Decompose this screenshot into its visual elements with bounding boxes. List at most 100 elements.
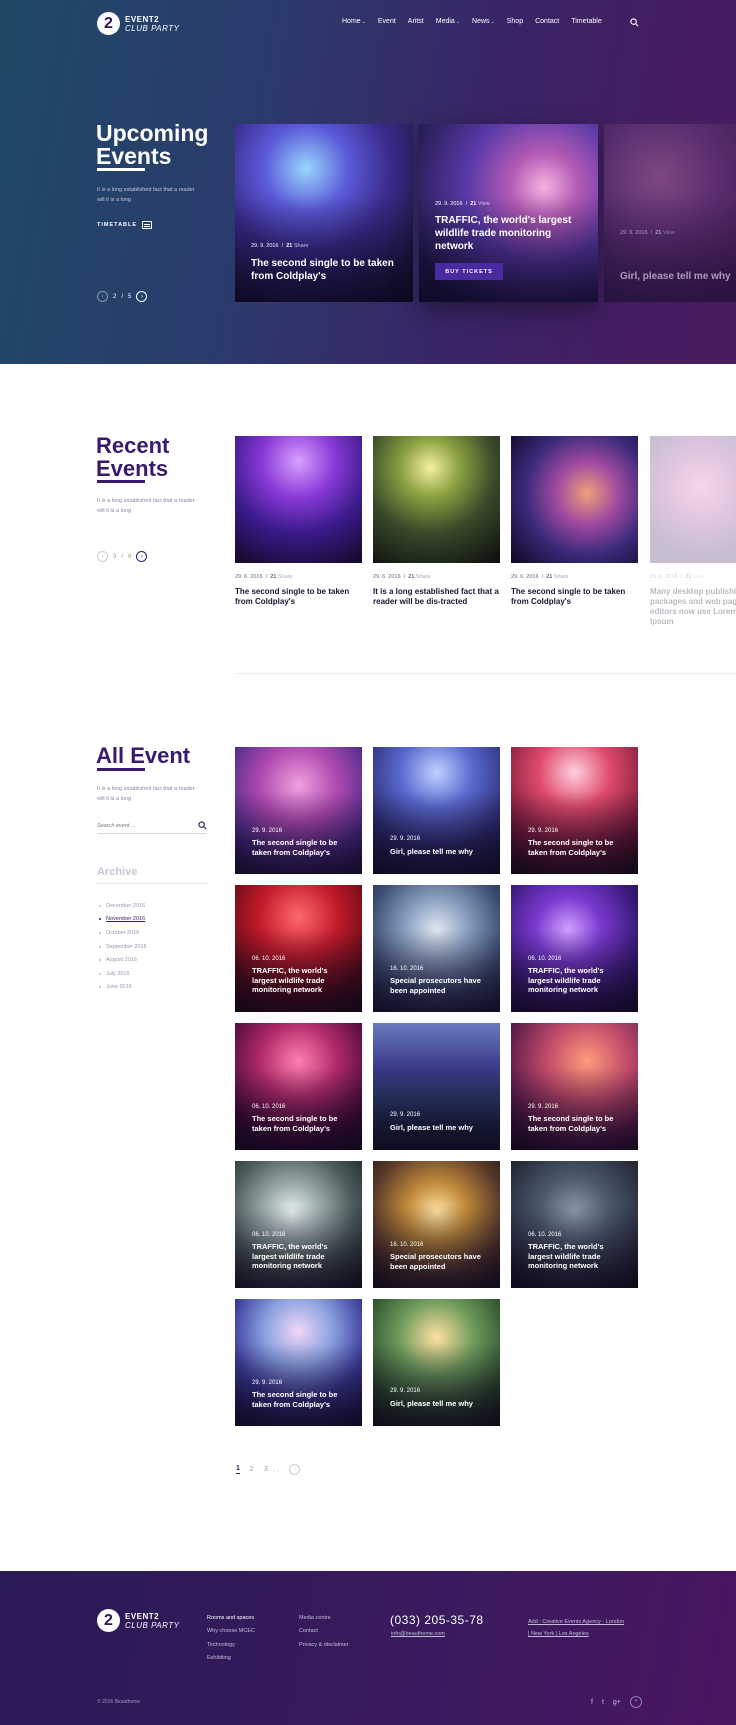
card-title: The second single to be taken from Coldp… (511, 587, 626, 606)
buy-tickets-button[interactable]: BUY TICKETS (435, 263, 503, 280)
nav-item-contact[interactable]: Contact (535, 18, 559, 25)
chevron-down-icon: ⌄ (490, 19, 495, 25)
search-event-field[interactable] (97, 818, 207, 834)
card-title: It is a long established fact that a rea… (373, 587, 499, 606)
nav-item-event[interactable]: Event (378, 18, 396, 25)
logo[interactable]: 2 EVENT2 CLUB PARTY (97, 12, 180, 35)
card-title: The second single to be taken from Coldp… (252, 838, 338, 857)
card-date: 29. 9. 2016 (390, 1388, 421, 1394)
card-title: Girl, please tell me why (390, 1399, 473, 1408)
upcoming-title: Upcoming Events (96, 120, 209, 169)
event-card[interactable]: 16. 10. 2016 Special prosecutors have be… (373, 1161, 500, 1288)
next-arrow-icon[interactable]: › (136, 551, 148, 562)
nav-item-news[interactable]: News⌄ (472, 18, 495, 25)
card-date: 16. 10. 2016 (390, 1242, 424, 1248)
event-card[interactable]: 29. 9. 2016 The second single to be take… (511, 747, 638, 874)
archive-item[interactable]: July 2016 (99, 967, 147, 981)
event-card[interactable]: 16. 10. 2016 Special prosecutors have be… (373, 885, 500, 1012)
event-card[interactable]: 29. 9. 2016 The second single to be take… (235, 747, 362, 874)
archive-item[interactable]: December 2016 (99, 899, 147, 913)
page-1[interactable]: 1 (236, 1465, 240, 1474)
archive-item[interactable]: September 2016 (99, 940, 147, 954)
event-image (650, 436, 736, 563)
footer-link[interactable]: Contact (299, 1628, 349, 1641)
pager-current: 2 (113, 293, 117, 300)
nav-item-timetable[interactable]: Timetable (571, 18, 601, 25)
footer-email[interactable]: info@beautheme.com (391, 1631, 445, 1637)
search-icon[interactable] (198, 821, 207, 830)
event-card[interactable]: 06. 10. 2016 The second single to be tak… (235, 1023, 362, 1150)
footer-logo[interactable]: 2 EVENT2 CLUB PARTY (97, 1609, 180, 1632)
recent-description: It is a long established fact that a rea… (97, 498, 195, 514)
event-card[interactable]: 29. 9. 2016 The second single to be take… (235, 1299, 362, 1426)
recent-title: Recent Events (96, 433, 170, 481)
pagination: 1 2 3 . . . › (236, 1464, 301, 1475)
pager-total: 8 (128, 553, 132, 560)
event-image (373, 436, 500, 563)
prev-arrow-icon[interactable]: ‹ (97, 551, 108, 562)
recent-card[interactable]: 29. 6. 2016 / 21 Share It is a long esta… (373, 436, 500, 607)
card-meta: 29. 6. 2016 / 21 View (650, 574, 705, 580)
search-input[interactable] (97, 822, 177, 829)
up-arrow-icon[interactable]: ⌃ (629, 1696, 642, 1708)
timetable-link[interactable]: TIMETABLE (97, 221, 153, 229)
archive-item[interactable]: October 2016 (99, 926, 147, 940)
footer-link[interactable]: Why choose MCEC (207, 1628, 255, 1641)
event-image (235, 436, 362, 563)
section-divider (235, 673, 736, 674)
recent-card[interactable]: 29. 6. 2016 / 21 Share The second single… (235, 436, 362, 607)
prev-arrow-icon[interactable]: ‹ (97, 291, 108, 302)
event-card[interactable]: 29. 9. 2016 Girl, please tell me why (373, 747, 500, 874)
footer-link[interactable]: Exhibiting (207, 1655, 255, 1668)
upcoming-description: It is a long established fact that a rea… (97, 187, 195, 203)
nav-item-shop[interactable]: Shop (507, 18, 523, 25)
search-icon[interactable] (630, 18, 639, 27)
card-date: 16. 10. 2016 (390, 966, 424, 972)
recent-card[interactable]: 29. 6. 2016 / 21 View Many desktop publi… (650, 436, 736, 627)
page-3[interactable]: 3 . . . (264, 1466, 280, 1473)
upcoming-card-featured[interactable]: 29. 9. 2016 / 21 View TRAFFIC, the world… (419, 124, 598, 302)
nav-item-media[interactable]: Media⌄ (436, 18, 460, 25)
card-title: The second single to be taken from Coldp… (252, 1390, 338, 1409)
footer-link[interactable]: Privacy & disclaimer (299, 1642, 349, 1655)
logo-line2: CLUB PARTY (125, 1620, 180, 1630)
nav-item-home[interactable]: Home⌄ (342, 18, 366, 25)
nav-item-artist[interactable]: Aritst (408, 18, 424, 25)
next-arrow-icon[interactable]: › (136, 291, 148, 302)
next-arrow-icon[interactable]: › (289, 1464, 301, 1475)
card-date: 29. 9. 2016 (390, 1112, 421, 1118)
chevron-down-icon: ⌄ (455, 19, 461, 25)
card-title: TRAFFIC, the world's largest wildlife tr… (435, 215, 572, 252)
footer-link[interactable]: Rooms and spaces (207, 1615, 255, 1628)
archive-item[interactable]: August 2016 (99, 953, 147, 967)
main-nav: Home⌄ Event Aritst Media⌄ News⌄ Shop Con… (342, 18, 614, 25)
google-plus-icon[interactable]: g+ (613, 1699, 621, 1706)
footer-link[interactable]: Media centre (299, 1615, 349, 1628)
event-card[interactable]: 29. 9. 2016 Girl, please tell me why (373, 1023, 500, 1150)
logo-line2: CLUB PARTY (125, 23, 180, 33)
page-2[interactable]: 2 (250, 1466, 254, 1473)
footer-link[interactable]: Technology (207, 1642, 255, 1655)
title-underline (97, 168, 145, 171)
chevron-down-icon: ⌄ (361, 19, 366, 25)
calendar-icon (142, 221, 153, 229)
upcoming-card[interactable]: 29. 9. 2016 / 21 Share The second single… (235, 124, 413, 302)
event-card[interactable]: 29. 9. 2016 The second single to be take… (511, 1023, 638, 1150)
recent-card[interactable]: 29. 6. 2016 / 21 Share The second single… (511, 436, 638, 607)
card-date: 29. 9. 2016 (528, 1104, 559, 1110)
event-card[interactable]: 06. 10. 2016 TRAFFIC, the world's larges… (511, 1161, 638, 1288)
event-card[interactable]: 29. 9. 2016 Girl, please tell me why (373, 1299, 500, 1426)
archive-item-active[interactable]: November 2016 (99, 913, 147, 927)
upcoming-pager: ‹ 2 / 5 › (97, 291, 148, 302)
hero-section: 2 EVENT2 CLUB PARTY Home⌄ Event Aritst M… (0, 0, 736, 364)
archive-item[interactable]: June 2016 (99, 981, 147, 995)
twitter-icon[interactable]: t (602, 1699, 604, 1706)
title-underline (97, 480, 145, 483)
upcoming-card[interactable]: 29. 9. 2016 / 21 View Girl, please tell … (604, 124, 736, 302)
facebook-icon[interactable]: f (591, 1699, 593, 1706)
card-title: The second single to be taken from Coldp… (252, 1114, 338, 1133)
event-card[interactable]: 06. 10. 2016 TRAFFIC, the world's larges… (511, 885, 638, 1012)
event-card[interactable]: 06. 10. 2016 TRAFFIC, the world's larges… (235, 1161, 362, 1288)
card-title: Many desktop publishing packages and web… (650, 587, 736, 626)
event-card[interactable]: 06. 10. 2016 TRAFFIC, the world's larges… (235, 885, 362, 1012)
